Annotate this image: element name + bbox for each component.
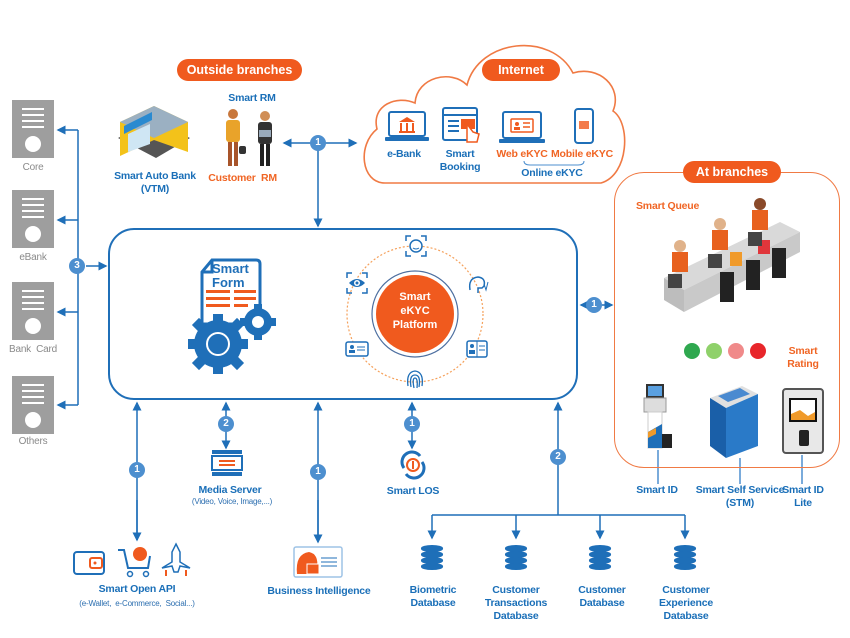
media-server-label: Media Server <box>198 484 262 496</box>
db2-line1: Customer <box>578 584 626 596</box>
rating-very-happy-icon[interactable] <box>684 343 700 359</box>
server-others-label: Others <box>18 436 48 447</box>
vtm-label-line1: Smart Auto Bank <box>114 170 196 182</box>
ekyc-line1: Smart <box>399 291 431 303</box>
smart-rm-label: Smart RM <box>228 92 276 104</box>
wallet-icon <box>73 551 105 575</box>
server-bank-card-icon <box>12 282 54 340</box>
outside-branches-pill: Outside branches <box>177 59 302 81</box>
mobile-ekyc-phone-icon <box>574 108 594 144</box>
rating-unhappy-icon[interactable] <box>728 343 744 359</box>
rating-very-unhappy-icon[interactable] <box>750 343 766 359</box>
smart-form-title: Smart Form <box>212 262 262 290</box>
smart-queue-illustration <box>664 198 800 312</box>
server-core-label: Core <box>22 162 44 173</box>
db2-line2: Database <box>579 597 625 610</box>
smart-self-service-stm-icon <box>710 386 758 458</box>
db3-line2: Database <box>663 610 709 623</box>
internet-item-smart-booking: Smart Booking <box>439 148 481 174</box>
step-badge-1-bi: 1 <box>310 464 326 480</box>
device-stm-line1: Smart Self Service <box>695 484 785 496</box>
database-label-biometric: Biometric Database <box>405 584 461 610</box>
biometric-database-icon <box>421 545 443 571</box>
ekyc-line2: eKYC <box>400 305 430 317</box>
smart-rating-label: Smart Rating <box>787 345 819 371</box>
ekyc-line3: Platform <box>392 319 438 331</box>
device-smart-id-label: Smart ID <box>636 484 678 496</box>
business-intelligence-label: Business Intelligence <box>267 585 371 597</box>
database-label-customer-experience: Customer Experience Database <box>636 584 736 623</box>
ebank-laptop-icon <box>385 111 429 141</box>
step-badge-1-open-api: 1 <box>129 462 145 478</box>
device-lite-line1: Smart ID <box>782 484 824 496</box>
customer-transactions-database-icon <box>505 545 527 571</box>
online-ekyc-label: Online eKYC <box>521 167 583 179</box>
rating-happy-icon[interactable] <box>706 343 722 359</box>
server-others-icon <box>12 376 54 434</box>
step-badge-2-db: 2 <box>550 449 566 465</box>
media-server-sublabel: (Video, Voice, Image,...) <box>191 497 273 506</box>
db0-line2: Database <box>410 597 456 610</box>
device-stm-line2: (STM) <box>725 497 755 510</box>
smart-open-api-icons <box>73 542 191 578</box>
smart-booking-icon <box>442 107 480 143</box>
step-badge-1-top: 1 <box>310 135 326 151</box>
at-branches-pill: At branches <box>683 161 781 183</box>
server-bank-card-label: Bank Card <box>8 344 58 355</box>
customer-experience-database-icon <box>674 545 696 571</box>
customer-label: Customer <box>208 172 256 184</box>
step-badge-2-media: 2 <box>218 416 234 432</box>
fingerprint-icon <box>407 370 423 389</box>
internet-pill: Internet <box>482 59 560 81</box>
voice-recognition-icon <box>468 276 489 293</box>
step-badge-1-los: 1 <box>404 416 420 432</box>
eye-scan-icon <box>346 272 368 294</box>
db1-line1: Customer Transactions <box>484 584 548 610</box>
rm-label: RM <box>261 172 277 184</box>
shopping-cart-icon <box>118 547 151 578</box>
device-lite-line2: Lite <box>794 497 812 510</box>
face-recognition-icon <box>405 235 427 257</box>
smart-form-line1: Smart <box>212 261 249 276</box>
smart-form-line2: Form <box>212 275 245 290</box>
server-core-icon <box>12 100 54 158</box>
database-label-customer-transactions: Customer Transactions Database <box>462 584 570 623</box>
smart-open-api-label: Smart Open API <box>98 583 176 595</box>
vtm-kiosk-icon <box>118 106 190 158</box>
server-ebank-icon <box>12 190 54 248</box>
business-intelligence-icon <box>293 546 343 578</box>
smart-id-kiosk-icon <box>643 384 672 449</box>
airplane-icon <box>161 542 191 576</box>
smart-id-lite-icon <box>782 388 824 454</box>
db3-line1: Customer Experience <box>658 584 714 610</box>
smart-los-label: Smart LOS <box>386 485 440 497</box>
ekyc-platform-title: Smart eKYC Platform <box>375 290 455 332</box>
web-ekyc-laptop-icon <box>499 111 545 143</box>
id-card-icon <box>345 341 369 357</box>
internet-item-ebank: e-Bank <box>387 148 421 160</box>
database-label-customer: Customer Database <box>574 584 630 610</box>
media-server-icon <box>211 450 243 476</box>
vtm-label-line2: (VTM) <box>140 183 170 196</box>
server-ebank-label: eBank <box>19 252 47 263</box>
customer-database-icon <box>589 545 611 571</box>
db1-line2: Database <box>493 610 539 623</box>
smart-los-icon <box>400 450 426 480</box>
step-badge-3: 3 <box>69 258 85 274</box>
customer-rm-people-icon <box>226 109 272 166</box>
step-badge-1-right: 1 <box>586 297 602 313</box>
passport-icon <box>466 340 488 358</box>
device-smart-id-lite-label: Smart ID Lite <box>778 484 828 510</box>
smart-open-api-sublabel: (e-Wallet, e-Commerce, Social...) <box>79 599 195 608</box>
db0-line1: Biometric <box>409 584 457 596</box>
vtm-label: Smart Auto Bank (VTM) <box>106 170 204 196</box>
